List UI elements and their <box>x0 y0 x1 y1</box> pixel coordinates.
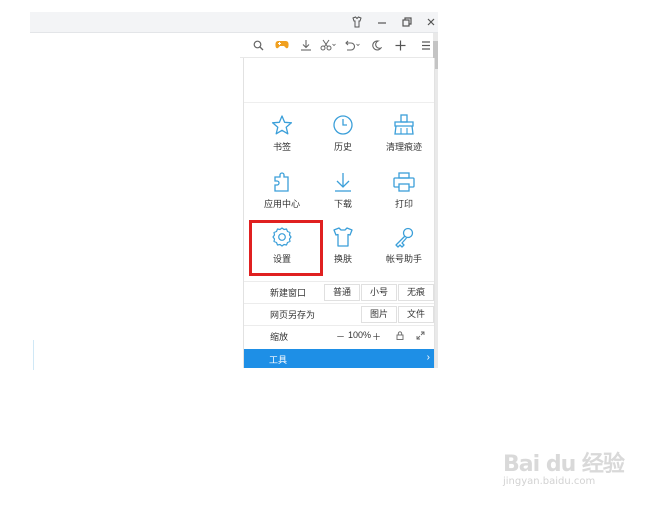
menu-item-label: 打印 <box>394 199 413 209</box>
new-window-row: 新建窗口 普通 小号 无痕 <box>244 281 434 302</box>
game-icon[interactable] <box>274 37 290 53</box>
chevron-right-icon: › <box>426 352 430 363</box>
menu-item-label: 帐号助手 <box>385 254 422 264</box>
menu-item-clear-traces[interactable]: 清理痕迹 <box>374 114 434 164</box>
menu-item-label: 历史 <box>333 142 352 152</box>
settings-highlight-box <box>249 220 323 276</box>
menu-item-history[interactable]: 历史 <box>313 114 373 164</box>
fullscreen-icon[interactable] <box>416 331 425 342</box>
new-window-incognito-button[interactable]: 无痕 <box>398 284 434 301</box>
new-window-label: 新建窗口 <box>270 288 307 298</box>
lock-icon[interactable] <box>396 331 404 342</box>
tshirt-icon <box>333 227 353 247</box>
printer-icon <box>393 172 415 192</box>
save-page-row: 网页另存为 图片 文件 <box>244 303 434 324</box>
menu-item-label: 清理痕迹 <box>385 142 422 152</box>
menu-item-download[interactable]: 下载 <box>313 171 373 221</box>
menu-item-bookmarks[interactable]: 书签 <box>252 114 312 164</box>
download-icon <box>335 173 351 192</box>
minimize-icon[interactable] <box>373 14 391 30</box>
menu-item-label: 应用中心 <box>263 199 300 209</box>
puzzle-icon <box>274 172 289 192</box>
key-icon <box>395 227 414 248</box>
menu-divider <box>244 102 434 103</box>
watermark-brand: Bai du 经验 <box>503 452 625 477</box>
page-edge-line <box>33 340 34 370</box>
save-as-file-button[interactable]: 文件 <box>398 306 434 323</box>
zoom-in-button[interactable]: ＋ <box>372 330 381 343</box>
menu-item-label: 下载 <box>333 199 352 209</box>
watermark-url: jingyan.baidu.com <box>503 476 596 487</box>
save-page-label: 网页另存为 <box>270 310 316 320</box>
close-icon[interactable] <box>422 14 440 30</box>
broom-icon <box>394 114 414 135</box>
new-window-normal-button[interactable]: 普通 <box>324 284 360 301</box>
new-window-small-button[interactable]: 小号 <box>361 284 397 301</box>
zoom-label: 缩放 <box>270 332 289 342</box>
menu-icon[interactable] <box>418 37 434 53</box>
browser-toolbar <box>240 33 438 58</box>
menu-item-account-helper[interactable]: 帐号助手 <box>374 226 434 276</box>
star-icon <box>271 115 293 135</box>
tools-menu-item[interactable]: 工具 › <box>244 349 434 368</box>
tools-label: 工具 <box>269 355 288 365</box>
window-titlebar <box>30 12 438 33</box>
zoom-row: 缩放 － 100% ＋ <box>244 325 434 346</box>
save-as-image-button[interactable]: 图片 <box>361 306 397 323</box>
shirt-icon[interactable] <box>348 14 366 30</box>
menu-item-label: 书签 <box>272 142 291 152</box>
zoom-value: 100% <box>348 330 372 340</box>
undo-icon[interactable] <box>344 37 360 53</box>
zoom-out-button[interactable]: － <box>336 330 345 343</box>
restore-icon[interactable] <box>398 14 416 30</box>
watermark: Bai du 经验 jingyan.baidu.com <box>503 446 625 487</box>
scissors-icon[interactable] <box>320 37 336 53</box>
search-icon[interactable] <box>250 37 266 53</box>
main-menu-panel: 书签 历史 清理痕迹 应用中心 下载 打印 设置 换肤 帐号助手 新建窗口 普通… <box>243 58 435 368</box>
menu-item-app-center[interactable]: 应用中心 <box>252 171 312 221</box>
clock-icon <box>333 115 353 135</box>
menu-item-print[interactable]: 打印 <box>374 171 434 221</box>
plus-icon[interactable] <box>392 37 408 53</box>
download-icon[interactable] <box>298 37 314 53</box>
moon-icon[interactable] <box>368 37 384 53</box>
